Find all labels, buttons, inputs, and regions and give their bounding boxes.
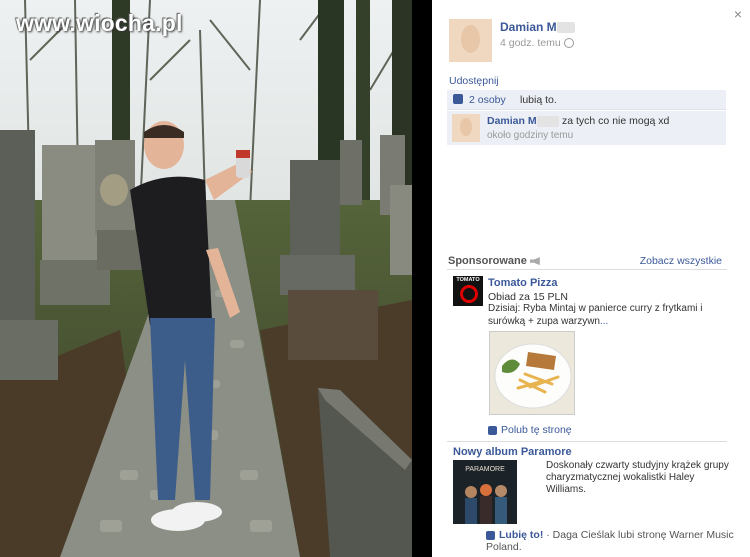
likes-text: lubią to. xyxy=(520,94,557,106)
like-separator: · xyxy=(546,529,550,541)
post-side-panel: × Damian M 4 godz. temu Udostępnij 2 oso… xyxy=(432,0,750,557)
author-avatar[interactable] xyxy=(449,19,492,62)
divider xyxy=(447,441,727,442)
album-art-image: PARAMORE xyxy=(453,460,517,524)
comment-author[interactable]: Damian M xyxy=(487,115,559,127)
blurred-surname xyxy=(556,22,575,34)
divider xyxy=(447,269,727,270)
megaphone-icon xyxy=(529,257,540,266)
post-time: 4 godz. temu xyxy=(500,37,574,49)
ad-title[interactable]: Tomato Pizza xyxy=(488,277,557,289)
comment-author-text[interactable]: Damian M xyxy=(487,115,537,127)
album-like-row: Lubię to! · Daga Cieślak lubi stronę War… xyxy=(486,529,750,553)
tomato-pizza-logo[interactable]: TOMATO xyxy=(453,276,483,306)
sponsored-label: Sponsorowane xyxy=(448,255,527,267)
like-button[interactable]: Lubię to! xyxy=(499,529,543,541)
ad-more-link[interactable]: ... xyxy=(600,316,608,327)
blurred-surname xyxy=(536,115,559,127)
ad2-body: Doskonały czwarty studyjny krążek grupy … xyxy=(546,460,729,495)
thumbs-up-icon xyxy=(453,94,463,104)
see-all-link[interactable]: Zobacz wszystkie xyxy=(640,255,722,267)
sponsored-heading: Sponsorowane xyxy=(448,255,540,267)
like-page-link[interactable]: Polub tę stronę xyxy=(488,424,572,436)
post-photo[interactable]: www.wiocha.pl xyxy=(0,0,412,557)
ad-food-image[interactable] xyxy=(489,331,575,415)
author-name-text[interactable]: Damian M xyxy=(500,20,557,34)
likes-row: 2 osoby lubią to. xyxy=(447,90,726,110)
avatar-face xyxy=(460,118,472,136)
album-text: PARAMORE xyxy=(465,466,505,473)
cemetery-photo xyxy=(0,0,412,557)
photo-gap xyxy=(412,0,432,557)
logo-ring-icon xyxy=(460,285,478,303)
close-icon[interactable]: × xyxy=(734,6,742,22)
like-page-label[interactable]: Polub tę stronę xyxy=(501,424,572,436)
globe-icon xyxy=(563,38,574,49)
watermark-text: www.wiocha.pl xyxy=(16,10,183,36)
thumbs-up-icon xyxy=(486,530,495,540)
logo-text: TOMATO xyxy=(456,277,480,283)
food-plate-image xyxy=(490,332,574,414)
share-link[interactable]: Udostępnij xyxy=(449,75,499,87)
comment-text: za tych co nie mogą xd xyxy=(562,115,670,127)
ad2-title[interactable]: Nowy album Paramore xyxy=(453,446,572,458)
comment-time[interactable]: około godziny temu xyxy=(487,130,573,141)
album-cover[interactable]: PARAMORE xyxy=(453,460,517,524)
ad-body: Dzisiaj: Ryba Mintaj w panierce curry z … xyxy=(488,303,728,328)
post-time-text[interactable]: 4 godz. temu xyxy=(500,37,561,49)
likes-count-link[interactable]: 2 osoby xyxy=(469,94,506,106)
comment-row: Damian M za tych co nie mogą xd około go… xyxy=(447,111,726,145)
ad-body-text: Dzisiaj: Ryba Mintaj w panierce curry z … xyxy=(488,303,703,327)
author-name[interactable]: Damian M xyxy=(500,20,575,34)
avatar-face xyxy=(461,25,480,53)
thumbs-up-icon xyxy=(488,425,497,435)
comment-avatar[interactable] xyxy=(452,114,480,142)
ad-subtitle: Obiad za 15 PLN xyxy=(488,291,568,303)
